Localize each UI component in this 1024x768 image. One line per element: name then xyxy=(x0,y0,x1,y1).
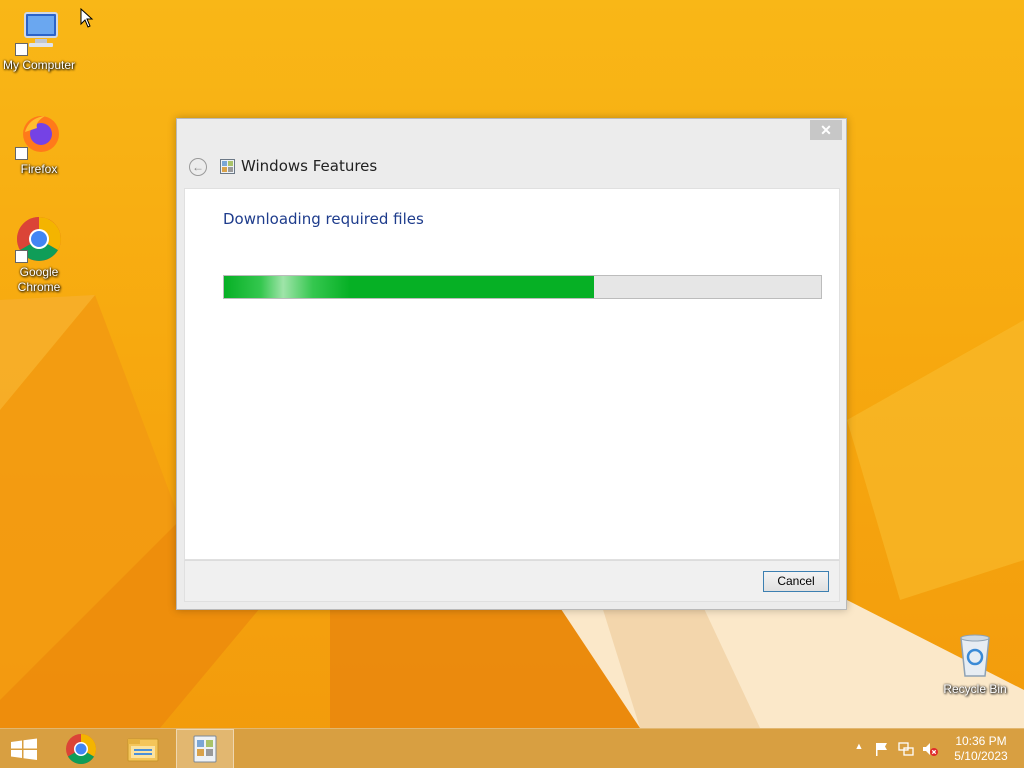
close-icon: ✕ xyxy=(820,122,832,138)
shortcut-arrow-icon xyxy=(15,43,28,56)
progress-bar-fill xyxy=(224,276,595,298)
windows-features-dialog: ✕ ← Windows Features Downloading require… xyxy=(176,118,847,610)
desktop: My Computer Firefox Google Chrome Recycl… xyxy=(0,0,1024,768)
desktop-icon-label: Recycle Bin xyxy=(943,682,1007,696)
windows-logo-icon xyxy=(11,738,37,760)
desktop-icon-label: Firefox xyxy=(20,162,58,176)
desktop-icon-my-computer[interactable]: My Computer xyxy=(0,8,78,73)
dialog-footer: Cancel xyxy=(184,560,840,602)
taskbar: ▲ 10:36 PM 5/10/2023 xyxy=(0,728,1024,768)
back-arrow-icon: ← xyxy=(192,160,204,174)
taskbar-windows-features[interactable] xyxy=(176,729,234,768)
taskbar-clock[interactable]: 10:36 PM 5/10/2023 xyxy=(950,734,1012,764)
dialog-title: Windows Features xyxy=(241,157,378,175)
my-computer-icon xyxy=(15,8,63,56)
chrome-icon xyxy=(66,734,97,765)
start-button[interactable] xyxy=(0,729,58,768)
back-button[interactable]: ← xyxy=(189,158,207,176)
chevron-up-icon: ▲ xyxy=(854,741,864,751)
taskbar-chrome[interactable] xyxy=(52,729,110,768)
shortcut-arrow-icon xyxy=(15,250,28,263)
volume-muted-icon[interactable] xyxy=(922,741,938,757)
windows-features-icon xyxy=(220,159,235,174)
close-button[interactable]: ✕ xyxy=(810,120,842,140)
file-explorer-icon xyxy=(127,738,159,762)
windows-features-icon xyxy=(193,735,217,763)
network-icon[interactable] xyxy=(898,741,914,757)
desktop-icon-firefox[interactable]: Firefox xyxy=(0,112,78,177)
desktop-icon-label: My Computer xyxy=(2,58,76,72)
shortcut-arrow-icon xyxy=(15,147,28,160)
chrome-icon xyxy=(15,215,63,263)
taskbar-file-explorer[interactable] xyxy=(114,729,172,768)
desktop-icon-recycle-bin[interactable]: Recycle Bin xyxy=(936,632,1014,697)
desktop-icon-google-chrome[interactable]: Google Chrome xyxy=(0,215,78,295)
firefox-icon xyxy=(15,112,63,160)
mouse-cursor-icon xyxy=(80,8,94,28)
dialog-content: Downloading required files xyxy=(184,188,840,560)
download-progress-bar xyxy=(223,275,822,299)
show-hidden-icons-button[interactable]: ▲ xyxy=(851,741,867,757)
cancel-button[interactable]: Cancel xyxy=(763,571,829,592)
status-heading: Downloading required files xyxy=(223,210,424,228)
desktop-icon-label: Google Chrome xyxy=(17,265,61,294)
clock-time: 10:36 PM xyxy=(955,734,1007,748)
clock-date: 5/10/2023 xyxy=(954,749,1008,763)
recycle-bin-icon xyxy=(951,632,999,680)
action-center-flag-icon[interactable] xyxy=(874,741,890,757)
